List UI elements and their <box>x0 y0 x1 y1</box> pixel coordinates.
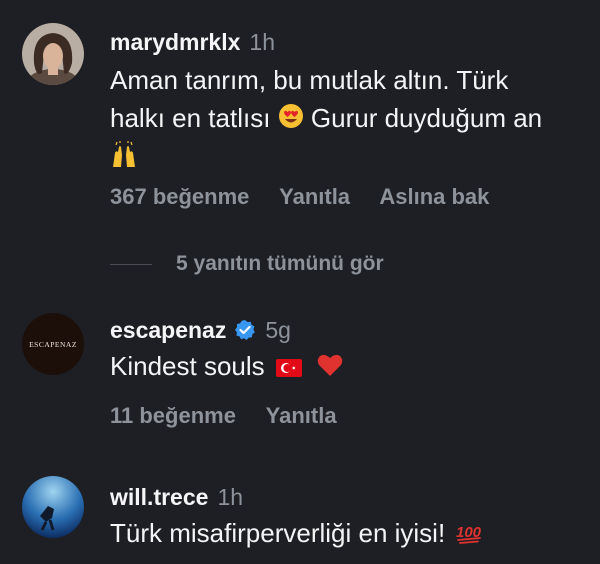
heart-eyes-emoji-icon <box>278 101 304 139</box>
comment-text-main: Türk misafirperverliği en iyisi! <box>110 518 446 548</box>
comment-actions: 367 beğenme Yanıtla Aslına bak <box>110 184 513 210</box>
turkey-flag-emoji-icon <box>275 349 302 387</box>
view-replies-label: 5 yanıtın tümünü gör <box>176 252 384 275</box>
replies-divider <box>110 263 152 265</box>
avatar-marydmrklx[interactable] <box>22 23 84 85</box>
username[interactable]: escapenaz <box>110 316 226 344</box>
avatar-logo-text: ESCAPENAZ <box>29 339 77 349</box>
comment-text: Kindest souls <box>110 347 586 387</box>
comment-text-main: Kindest souls <box>110 351 265 381</box>
view-replies-button[interactable]: 5 yanıtın tümünü gör <box>110 252 384 276</box>
see-translation-button[interactable]: Aslına bak <box>379 184 489 209</box>
comment-text-line2: halkı en tatlısı <box>110 103 271 133</box>
timestamp: 5g <box>265 317 291 343</box>
avatar-will-trece[interactable] <box>22 476 84 538</box>
timestamp: 1h <box>249 29 276 55</box>
reply-button[interactable]: Yanıtla <box>279 184 350 209</box>
likes-count-button[interactable]: 367 beğenme <box>110 184 249 209</box>
comment-text-line1: Aman tanrım, bu mutlak altın. Türk <box>110 65 509 95</box>
comment-text-line2-wrap: halkı en tatlısı Gurur duyduğum an <box>110 99 586 139</box>
comment-text: Türk misafirperverliği en iyisi! 100 <box>110 514 586 554</box>
red-heart-emoji-icon <box>317 349 343 387</box>
avatar-escapenaz[interactable]: ESCAPENAZ <box>22 313 84 375</box>
raised-hands-emoji-icon <box>110 141 138 179</box>
comment-actions: 11 beğenme Yanıtla <box>110 403 361 429</box>
username[interactable]: marydmrklx <box>110 28 240 56</box>
comment-text-line2-after: Gurur duyduğum an <box>310 103 543 133</box>
comment-text-line3 <box>110 139 586 179</box>
comment-text: Aman tanrım, bu mutlak altın. Türk halkı… <box>110 61 586 179</box>
username[interactable]: will.trece <box>110 483 208 511</box>
timestamp: 1h <box>217 484 244 510</box>
likes-count-button[interactable]: 11 beğenme <box>110 403 236 428</box>
reply-button[interactable]: Yanıtla <box>266 403 337 428</box>
hundred-points-emoji-icon: 100 <box>456 516 484 554</box>
verified-badge-icon <box>234 319 256 341</box>
